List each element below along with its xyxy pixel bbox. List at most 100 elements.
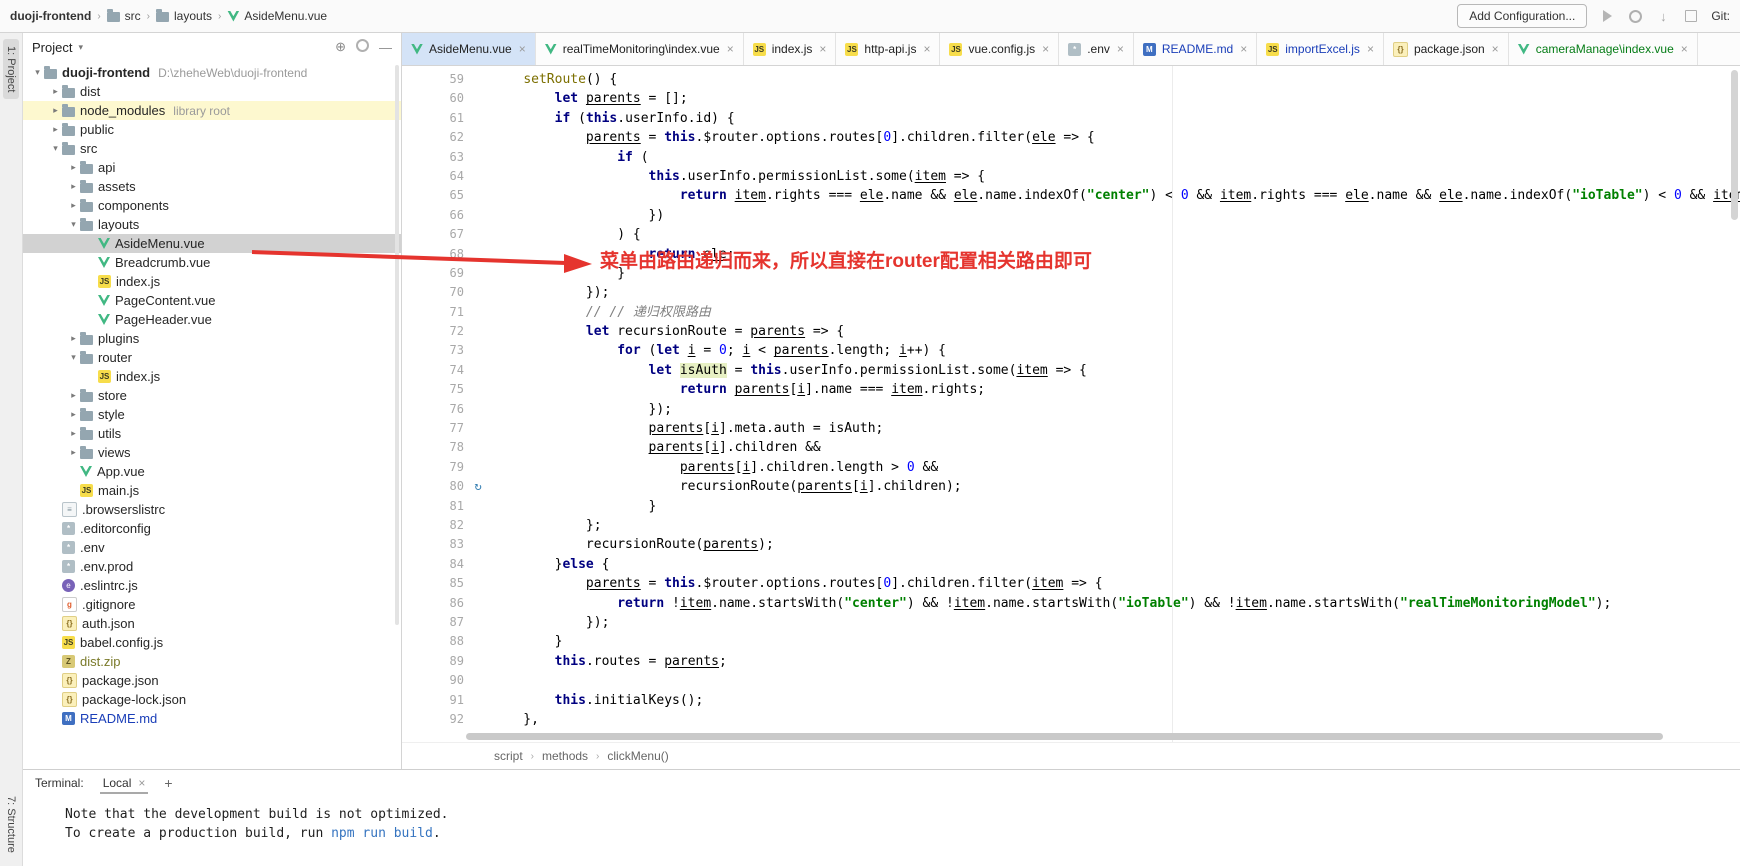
tree-item[interactable]: {}package-lock.json [23,690,401,709]
close-icon[interactable]: × [1240,42,1247,56]
code-line[interactable]: 73 for (let i = 0; i < parents.length; i… [402,341,1740,360]
tree-item[interactable]: ▸utils [23,424,401,443]
editor-tab[interactable]: cameraManage\index.vue× [1509,33,1698,65]
horizontal-scrollbar[interactable] [466,733,1700,740]
editor-breadcrumb-item[interactable]: clickMenu() [607,749,668,763]
add-configuration-button[interactable]: Add Configuration... [1457,4,1587,28]
code-line[interactable]: 69 } [402,264,1740,283]
code-line[interactable]: 88 } [402,632,1740,651]
tree-item[interactable]: ▸api [23,158,401,177]
tree-item[interactable]: ▾layouts [23,215,401,234]
code-line[interactable]: 61 if (this.userInfo.id) { [402,109,1740,128]
code-line[interactable]: 59 setRoute() { [402,70,1740,89]
tool-window-button-project[interactable]: 1: Project [3,39,19,99]
close-icon[interactable]: × [1681,42,1688,56]
breadcrumb-item[interactable]: layouts [156,9,212,23]
line-number[interactable]: 79 [402,458,464,477]
line-number[interactable]: 60 [402,89,464,108]
line-number[interactable]: 66 [402,206,464,225]
tree-chevron-icon[interactable]: ▾ [67,219,80,230]
breadcrumb-item[interactable]: AsideMenu.vue [227,9,327,23]
close-icon[interactable]: × [1042,42,1049,56]
editor-tab[interactable]: MREADME.md× [1134,33,1257,65]
editor-breadcrumb-item[interactable]: methods [542,749,588,763]
editor-tab[interactable]: JShttp-api.js× [836,33,940,65]
code-line[interactable]: 81 } [402,497,1740,516]
tree-item[interactable]: Zdist.zip [23,652,401,671]
git-branch-widget[interactable]: Git: [1711,9,1730,23]
line-number[interactable]: 76 [402,400,464,419]
code-line[interactable]: 68 return ele; [402,245,1740,264]
tree-item[interactable]: PageHeader.vue [23,310,401,329]
tree-item[interactable]: JSindex.js [23,367,401,386]
line-number[interactable]: 91 [402,691,464,710]
code-line[interactable]: 67 ) { [402,225,1740,244]
tree-item[interactable]: ▸public [23,120,401,139]
project-view-selector[interactable]: Project [32,40,72,55]
tree-item[interactable]: App.vue [23,462,401,481]
code-line[interactable]: 70 }); [402,283,1740,302]
line-number[interactable]: 61 [402,109,464,128]
code-editor[interactable]: 59 setRoute() {60 let parents = [];61 if… [402,66,1740,742]
tree-item[interactable]: ▸components [23,196,401,215]
tree-item[interactable]: JSmain.js [23,481,401,500]
editor-tab[interactable]: *.env× [1059,33,1134,65]
tree-item[interactable]: ▸plugins [23,329,401,348]
tree-item[interactable]: *.env [23,538,401,557]
tree-chevron-icon[interactable]: ▸ [67,181,80,192]
hide-panel-icon[interactable]: — [379,40,392,55]
close-icon[interactable]: × [1492,42,1499,56]
tree-chevron-icon[interactable]: ▸ [49,105,62,116]
editor-breadcrumb-item[interactable]: script [494,749,523,763]
tree-item[interactable]: ▸dist [23,82,401,101]
close-icon[interactable]: × [519,42,526,56]
code-line[interactable]: 87 }); [402,613,1740,632]
tree-item[interactable]: ▸assets [23,177,401,196]
tree-item[interactable]: Breadcrumb.vue [23,253,401,272]
tree-chevron-icon[interactable]: ▸ [67,447,80,458]
line-number[interactable]: 63 [402,148,464,167]
code-line[interactable]: 64 this.userInfo.permissionList.some(ite… [402,167,1740,186]
code-line[interactable]: 78 parents[i].children && [402,438,1740,457]
profiler-icon[interactable] [1683,8,1699,24]
run-icon[interactable] [1599,8,1615,24]
code-line[interactable]: 86 return !item.name.startsWith("center"… [402,594,1740,613]
tree-item[interactable]: *.env.prod [23,557,401,576]
line-number[interactable]: 74 [402,361,464,380]
editor-tab[interactable]: {}package.json× [1384,33,1509,65]
debug-icon[interactable] [1627,8,1643,24]
tree-item[interactable]: ▸node_moduleslibrary root [23,101,401,120]
terminal-output[interactable]: Note that the development build is not o… [23,795,1740,866]
code-line[interactable]: 75 return parents[i].name === item.right… [402,380,1740,399]
tree-item[interactable]: ▸store [23,386,401,405]
tool-window-button-structure[interactable]: 7: Structure [3,789,19,860]
tree-item[interactable]: ≡.browserslistrc [23,500,401,519]
tree-item[interactable]: {}auth.json [23,614,401,633]
tree-item[interactable]: *.editorconfig [23,519,401,538]
tree-item[interactable]: JSindex.js [23,272,401,291]
tree-item[interactable]: AsideMenu.vue [23,234,401,253]
tree-chevron-icon[interactable]: ▸ [67,162,80,173]
code-line[interactable]: 90 [402,671,1740,690]
code-line[interactable]: 66 }) [402,206,1740,225]
new-terminal-session-icon[interactable]: + [164,775,172,791]
editor-tab[interactable]: JSindex.js× [744,33,837,65]
editor-tab[interactable]: AsideMenu.vue× [402,33,536,65]
code-line[interactable]: 76 }); [402,400,1740,419]
tree-item[interactable]: MREADME.md [23,709,401,728]
line-number[interactable]: 87 [402,613,464,632]
line-number[interactable]: 89 [402,652,464,671]
tree-chevron-icon[interactable]: ▾ [49,143,62,154]
tree-chevron-icon[interactable]: ▸ [67,428,80,439]
code-line[interactable]: 62 parents = this.$router.options.routes… [402,128,1740,147]
line-number[interactable]: 69 [402,264,464,283]
breadcrumb-item[interactable]: src [107,9,141,23]
line-number[interactable]: 81 [402,497,464,516]
tree-item[interactable]: JSbabel.config.js [23,633,401,652]
code-line[interactable]: 83 recursionRoute(parents); [402,535,1740,554]
tree-item[interactable]: ▸style [23,405,401,424]
close-icon[interactable]: × [727,42,734,56]
code-line[interactable]: 79 parents[i].children.length > 0 && [402,458,1740,477]
tree-item[interactable]: {}package.json [23,671,401,690]
tree-item[interactable]: ▾src [23,139,401,158]
